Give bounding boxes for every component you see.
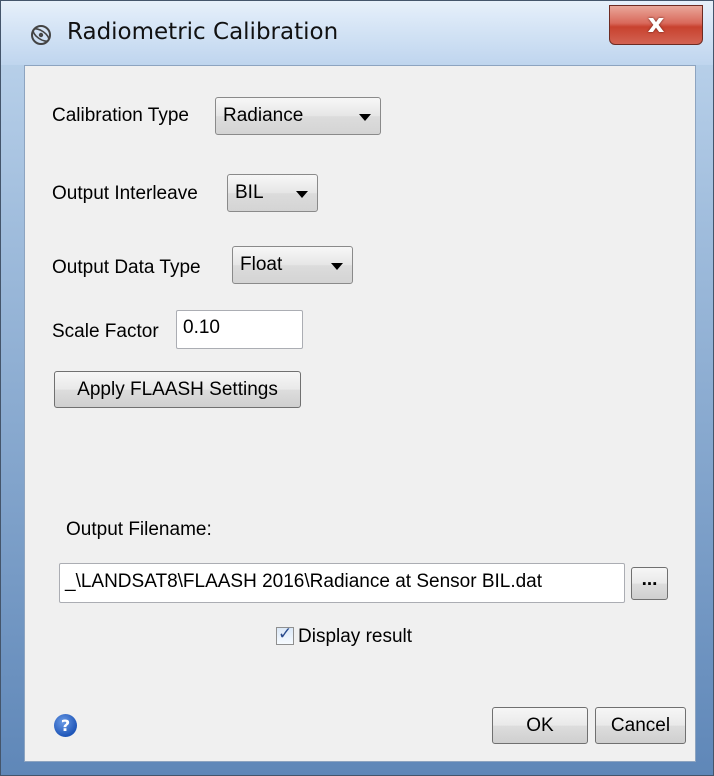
calibration-type-value: Radiance — [223, 105, 304, 126]
close-button[interactable]: x — [609, 5, 703, 45]
dialog-body — [24, 65, 696, 762]
output-interleave-select[interactable]: BIL — [227, 174, 318, 212]
cancel-button[interactable]: Cancel — [595, 707, 686, 744]
output-data-type-select[interactable]: Float — [232, 246, 353, 284]
title-bar[interactable]: Radiometric Calibration x — [1, 1, 713, 65]
output-interleave-label: Output Interleave — [52, 183, 198, 204]
app-icon — [31, 25, 51, 45]
output-filename-input[interactable]: _\LANDSAT8\FLAASH 2016\Radiance at Senso… — [59, 563, 625, 603]
calibration-type-label: Calibration Type — [52, 105, 189, 126]
output-filename-label: Output Filename: — [66, 519, 212, 540]
output-data-type-value: Float — [240, 254, 283, 275]
help-icon[interactable]: ? — [54, 714, 77, 737]
output-data-type-label: Output Data Type — [52, 257, 201, 278]
chevron-down-icon — [331, 263, 343, 270]
calibration-type-select[interactable]: Radiance — [215, 97, 381, 135]
dialog-window: Radiometric Calibration x Calibration Ty… — [0, 0, 714, 776]
chevron-down-icon — [296, 191, 308, 198]
apply-flaash-settings-button[interactable]: Apply FLAASH Settings — [54, 371, 301, 408]
window-title: Radiometric Calibration — [67, 19, 339, 45]
checkmark-icon: ✓ — [278, 624, 293, 644]
chevron-down-icon — [359, 114, 371, 121]
output-filename-value: _\LANDSAT8\FLAASH 2016\Radiance at Senso… — [65, 571, 543, 592]
scale-factor-label: Scale Factor — [52, 321, 159, 342]
scale-factor-value: 0.10 — [183, 317, 220, 338]
display-result-checkbox[interactable]: ✓ — [276, 624, 294, 645]
ok-button[interactable]: OK — [492, 707, 588, 744]
scale-factor-input[interactable]: 0.10 — [176, 310, 303, 349]
output-interleave-value: BIL — [235, 182, 264, 203]
display-result-label: Display result — [298, 626, 413, 647]
browse-button[interactable]: ... — [631, 567, 668, 600]
